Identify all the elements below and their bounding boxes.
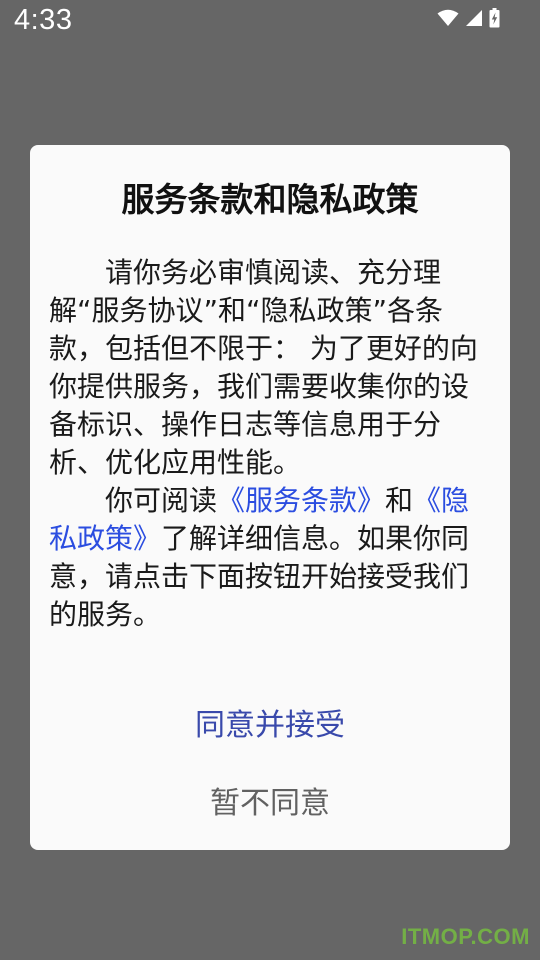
watermark: ITMOP.COM: [401, 924, 530, 949]
decline-button[interactable]: 暂不同意: [30, 778, 510, 822]
terms-link[interactable]: 《服务条款》: [217, 484, 385, 517]
links-and: 和: [385, 484, 414, 517]
battery-charging-icon: [489, 8, 500, 28]
status-bar: 4:33: [0, 0, 540, 48]
status-icons: [437, 8, 500, 28]
agree-button[interactable]: 同意并接受: [30, 700, 510, 744]
wifi-icon: [437, 9, 459, 26]
dialog-title: 服务条款和隐私政策: [121, 180, 419, 219]
policy-paragraph: 请你务必审慎阅读、充分理解“服务协议”和“隐私政策”各条款，包括但不限于： 为了…: [49, 256, 478, 479]
links-paragraph: 你可阅读《服务条款》和《隐私政策》了解详细信息。如果你同意，请点击下面按钮开始接…: [49, 482, 481, 634]
links-prefix: 你可阅读: [105, 484, 218, 517]
dialog-body: 请你务必审慎阅读、充分理解“服务协议”和“隐私政策”各条款，包括但不限于： 为了…: [49, 254, 481, 634]
cell-signal-icon: [466, 10, 482, 26]
status-time: 4:33: [14, 4, 73, 36]
